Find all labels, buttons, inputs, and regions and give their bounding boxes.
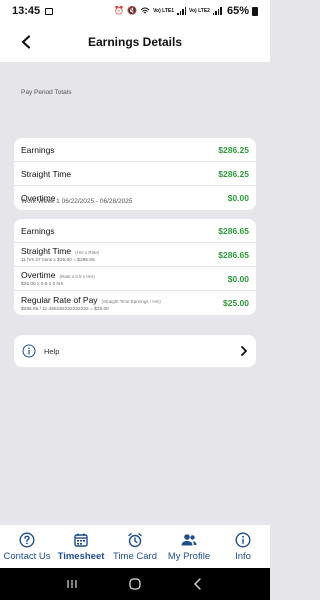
network-2-label: Vo) LTE2 — [189, 7, 210, 14]
row-sub: $286.65 / 11.466192222222222 = $25.00 — [21, 306, 109, 312]
network-1-label: Vo) LTE1 — [153, 7, 175, 14]
row-main: Overtime (Rate x 0.5 x Hrs) $25.00 x 0.5… — [21, 270, 95, 287]
row-value: $0.00 — [227, 193, 249, 203]
row-value: $286.65 — [218, 249, 249, 260]
home-button[interactable] — [125, 574, 145, 594]
pay-period-label: Pay Period Totals — [21, 89, 72, 96]
pay-period-row-straight-time: Straight Time $286.25 — [14, 162, 256, 186]
back-arrow-icon — [194, 578, 202, 590]
row-head: Regular Rate of Pay (Straight Time Earni… — [21, 295, 161, 305]
row-head: Overtime (Rate x 0.5 x Hrs) — [21, 270, 95, 280]
battery-icon — [252, 6, 258, 16]
signal-2-icon — [212, 7, 222, 15]
signal-1-icon — [177, 7, 187, 15]
tab-my-profile[interactable]: My Profile — [162, 525, 216, 568]
status-bar: 13:45 ⏰ 🔇 Vo) LTE1 Vo) LTE2 65% — [0, 0, 270, 22]
header: Earnings Details — [0, 22, 270, 62]
row-value: $0.00 — [227, 273, 249, 284]
row-main: Straight Time (Hrs x Rate) 11 hrs 27 min… — [21, 246, 99, 263]
calendar-icon — [74, 533, 88, 547]
tab-label: My Profile — [167, 550, 211, 562]
people-icon — [181, 533, 197, 545]
row-value: $286.25 — [218, 168, 249, 179]
tab-label: Timesheet — [57, 550, 105, 562]
home-icon — [129, 578, 141, 590]
work-week-row-regular-rate: Regular Rate of Pay (Straight Time Earni… — [14, 291, 256, 315]
recents-button[interactable] — [62, 574, 82, 594]
status-left: 13:45 — [12, 5, 54, 17]
row-label: Earnings — [21, 144, 55, 155]
row-main: Regular Rate of Pay (Straight Time Earni… — [21, 295, 161, 312]
alarm-icon: ⏰ — [114, 6, 125, 15]
system-nav-bar — [0, 568, 270, 600]
info-icon — [235, 531, 251, 548]
row-label: Straight Time — [21, 246, 72, 256]
tab-info[interactable]: Info — [216, 525, 270, 568]
row-head: Straight Time (Hrs x Rate) — [21, 246, 99, 256]
work-week-card: Earnings $286.65 Straight Time (Hrs x Ra… — [14, 219, 256, 315]
wifi-icon — [140, 7, 150, 14]
content[interactable]: Pay Period Totals Earnings $286.25 Strai… — [0, 62, 270, 524]
back-button[interactable] — [16, 32, 36, 52]
row-label: Earnings — [21, 225, 55, 236]
row-hint: (Rate x 0.5 x Hrs) — [59, 274, 95, 279]
gallery-icon — [45, 7, 54, 15]
chevron-left-icon — [21, 35, 31, 49]
row-sub: $25.00 x 0.5 x 0 hrs — [21, 282, 64, 287]
work-week-label: Work Week 1 06/22/2025 - 06/28/2025 — [21, 198, 133, 205]
row-value: $286.65 — [218, 225, 249, 236]
pay-period-row-earnings: Earnings $286.25 — [14, 138, 256, 162]
tab-label: Info — [235, 550, 251, 562]
work-week-row-earnings: Earnings $286.65 — [14, 219, 256, 243]
work-week-row-overtime: Overtime (Rate x 0.5 x Hrs) $25.00 x 0.5… — [14, 267, 256, 291]
help-button[interactable]: Help — [14, 335, 256, 367]
tab-contact-us[interactable]: Contact Us — [0, 525, 54, 568]
row-hint: (Hrs x Rate) — [75, 250, 100, 255]
tab-label: Time Card — [113, 550, 157, 562]
row-label: Overtime — [21, 270, 56, 280]
mute-icon: 🔇 — [127, 6, 138, 15]
tab-label: Contact Us — [3, 550, 51, 562]
help-label: Help — [44, 346, 60, 356]
row-hint: (Straight Time Earnings / Hrs) — [101, 298, 161, 304]
row-value: $25.00 — [223, 298, 249, 308]
row-label: Straight Time — [21, 168, 72, 179]
work-week-row-straight-time: Straight Time (Hrs x Rate) 11 hrs 27 min… — [14, 243, 256, 267]
battery-percent: 65% — [226, 5, 249, 17]
chevron-right-icon — [241, 346, 247, 356]
alarm-clock-icon — [128, 532, 142, 547]
back-nav-button[interactable] — [188, 574, 208, 594]
bottom-tab-bar: Contact Us Timesheet Time Card My Profil… — [0, 524, 270, 568]
tab-time-card[interactable]: Time Card — [108, 525, 162, 568]
row-value: $286.25 — [218, 144, 249, 155]
row-sub: 11 hrs 27 mins x $25.00 = $286.65 — [21, 258, 95, 263]
recents-icon — [67, 580, 77, 588]
row-label: Regular Rate of Pay — [21, 294, 98, 305]
page-title: Earnings Details — [87, 35, 183, 49]
tab-timesheet[interactable]: Timesheet — [54, 525, 108, 568]
question-circle-icon — [19, 531, 35, 548]
status-time: 13:45 — [12, 5, 41, 17]
status-right: ⏰ 🔇 Vo) LTE1 Vo) LTE2 65% — [114, 5, 258, 17]
info-icon — [22, 344, 36, 358]
